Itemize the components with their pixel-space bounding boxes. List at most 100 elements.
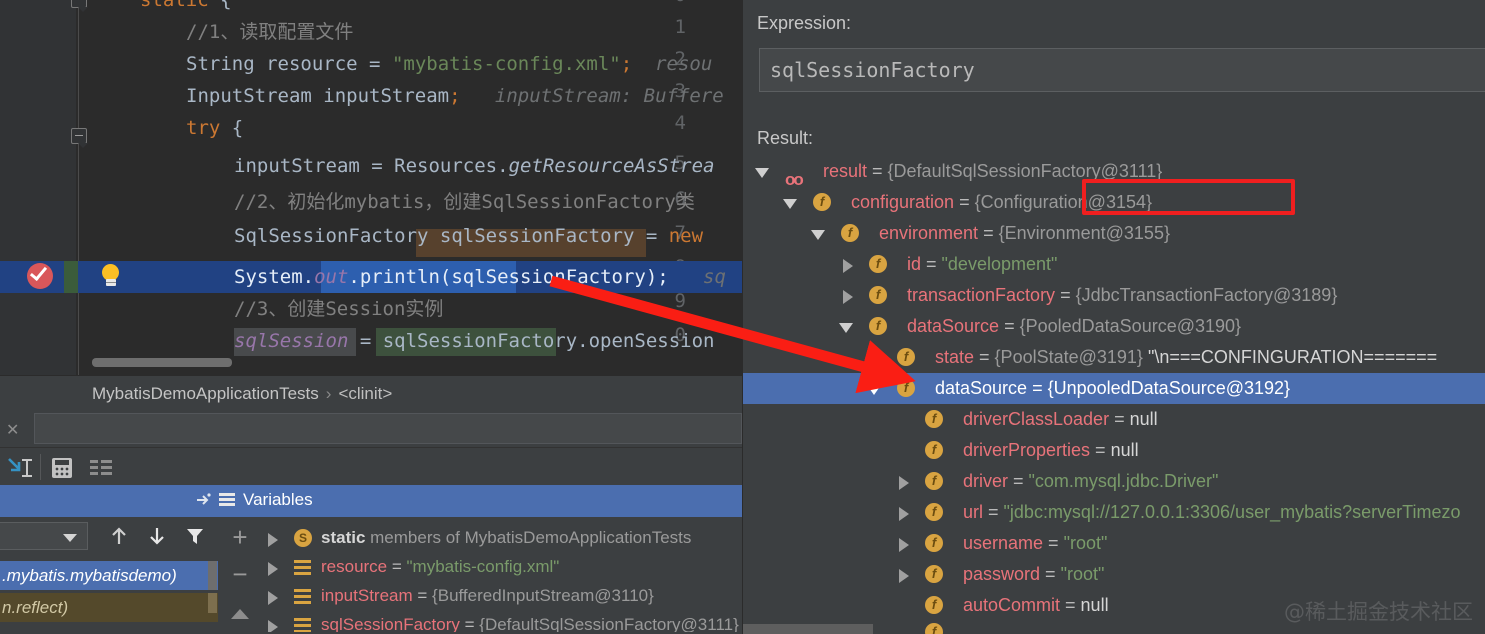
list-item[interactable]: resource = "mybatis-config.xml" bbox=[262, 552, 742, 581]
field-f-icon: f bbox=[897, 379, 915, 397]
field-f-icon: f bbox=[869, 317, 887, 335]
frame-down-arrow-icon[interactable] bbox=[146, 525, 168, 547]
list-item[interactable]: sqlSessionFactory = {DefaultSqlSessionFa… bbox=[262, 610, 742, 632]
chevron-right-icon[interactable] bbox=[268, 620, 278, 632]
editor-gutter[interactable] bbox=[0, 0, 76, 375]
chevron-right-icon[interactable] bbox=[899, 569, 909, 583]
tree-row-driver[interactable]: f driver = "com.mysql.jdbc.Driver" bbox=[743, 466, 1485, 497]
chevron-right-icon[interactable] bbox=[268, 533, 278, 547]
code-text-area[interactable]: static { //1、读取配置文件 String resource = "m… bbox=[86, 0, 742, 375]
sysout-close: ); bbox=[645, 266, 669, 288]
method-getresourceasstream: getResourceAsStrea bbox=[508, 155, 715, 177]
chevron-right-icon[interactable] bbox=[899, 538, 909, 552]
var-inputstream: inputStream bbox=[323, 85, 450, 107]
frames-scroll-thumb[interactable] bbox=[208, 593, 217, 613]
frames-vertical-scrollbar[interactable] bbox=[208, 561, 217, 590]
variable-equals: = bbox=[974, 347, 995, 367]
tab-variables[interactable]: Variables bbox=[195, 490, 313, 510]
field-f-icon: f bbox=[925, 534, 943, 552]
chevron-right-icon[interactable] bbox=[899, 507, 909, 521]
variable-name: configuration bbox=[851, 192, 955, 212]
variable-value: {PooledDataSource@3190} bbox=[1019, 316, 1242, 336]
breakpoint-verified-icon[interactable] bbox=[27, 262, 53, 289]
chevron-right-icon[interactable] bbox=[843, 259, 853, 273]
tree-row-driverproperties[interactable]: f driverProperties = null bbox=[743, 435, 1485, 466]
chevron-down-icon[interactable] bbox=[783, 199, 797, 209]
frame-row[interactable]: n.reflect) bbox=[0, 593, 218, 622]
debug-icon-toolbar bbox=[0, 447, 742, 485]
chevron-right-icon[interactable] bbox=[268, 562, 278, 576]
variables-tab-header[interactable]: Variables bbox=[0, 485, 742, 517]
tree-row-configuration[interactable]: f configuration = {Configuration@3154} bbox=[743, 187, 1485, 218]
pin-tab-icon[interactable] bbox=[195, 492, 211, 508]
sysout-out: out bbox=[314, 266, 349, 288]
result-label: Result: bbox=[757, 128, 814, 148]
filter-funnel-icon[interactable] bbox=[184, 525, 206, 547]
tree-row-datasource-pooled[interactable]: f dataSource = {PooledDataSource@3190} bbox=[743, 311, 1485, 342]
remove-watch-button[interactable]: − bbox=[228, 561, 252, 587]
variable-name: inputStream bbox=[321, 586, 413, 605]
code-line-static: static { bbox=[140, 0, 232, 16]
breadcrumb[interactable]: MybatisDemoApplicationTests › <clinit> bbox=[92, 384, 392, 404]
thread-select-dropdown[interactable] bbox=[0, 522, 88, 550]
frame-up-arrow-icon[interactable] bbox=[108, 525, 130, 547]
chevron-right-icon[interactable] bbox=[843, 290, 853, 304]
tree-row-result[interactable]: oo result = {DefaultSqlSessionFactory@31… bbox=[743, 156, 1485, 189]
close-icon[interactable]: ✕ bbox=[6, 420, 19, 440]
expr-opensession: sqlSessionFactory.openSession bbox=[382, 330, 715, 352]
list-item[interactable]: inputStream = {BufferedInputStream@3110} bbox=[262, 581, 742, 610]
variables-tree[interactable]: S static members of MybatisDemoApplicati… bbox=[262, 517, 742, 634]
result-tree[interactable]: oo result = {DefaultSqlSessionFactory@31… bbox=[743, 156, 1485, 634]
add-watch-button[interactable]: + bbox=[228, 524, 252, 550]
list-item[interactable]: S static members of MybatisDemoApplicati… bbox=[262, 523, 742, 552]
frames-pane: .mybatis.mybatisdemo) n.reflect) bbox=[0, 517, 218, 634]
scroll-up-button[interactable] bbox=[231, 609, 249, 619]
variable-equals: = bbox=[1027, 378, 1048, 398]
tree-row-environment[interactable]: f environment = {Environment@3155} bbox=[743, 218, 1485, 249]
tree-row-driverclassloader[interactable]: f driverClassLoader = null bbox=[743, 404, 1485, 435]
breadcrumb-member[interactable]: <clinit> bbox=[338, 384, 392, 403]
tree-row-datasource-unpooled[interactable]: f dataSource = {UnpooledDataSource@3192} bbox=[743, 373, 1485, 404]
chevron-down-icon[interactable] bbox=[867, 385, 881, 395]
frame-row[interactable]: .mybatis.mybatisdemo) bbox=[0, 561, 218, 590]
tree-row-username[interactable]: f username = "root" bbox=[743, 528, 1485, 559]
search-input[interactable] bbox=[34, 413, 742, 444]
calculator-icon[interactable] bbox=[52, 458, 72, 478]
var-inputstream-ref: inputStream bbox=[234, 155, 360, 177]
code-line-println: System.out.println(sqlSessionFactory); s… bbox=[234, 261, 726, 293]
chevron-down-icon[interactable] bbox=[811, 230, 825, 240]
tree-row-state[interactable]: f state = {PoolState@3191} "\n===CONFING… bbox=[743, 342, 1485, 373]
tree-row-id[interactable]: f id = "development" bbox=[743, 249, 1485, 280]
fold-marker-static[interactable] bbox=[71, 0, 88, 12]
fold-marker-try[interactable] bbox=[71, 128, 88, 148]
changed-lines-marker bbox=[64, 261, 78, 293]
field-stack-icon bbox=[294, 589, 311, 604]
field-f-icon: f bbox=[813, 193, 831, 211]
variable-equals: = bbox=[1090, 440, 1111, 460]
variable-equals: = bbox=[978, 223, 999, 243]
field-f-icon: f bbox=[869, 255, 887, 273]
field-f-icon: f bbox=[925, 472, 943, 490]
field-f-icon: f bbox=[925, 623, 943, 634]
chevron-right-icon[interactable] bbox=[899, 476, 909, 490]
chevron-down-icon[interactable] bbox=[839, 323, 853, 333]
tree-row-transactionfactory[interactable]: f transactionFactory = {JdbcTransactionF… bbox=[743, 280, 1485, 311]
list-view-icon[interactable] bbox=[90, 460, 112, 475]
result-horizontal-scrollbar[interactable] bbox=[743, 624, 873, 634]
variable-equals: = bbox=[412, 586, 433, 605]
tree-row-password[interactable]: f password = "root" bbox=[743, 559, 1485, 590]
chevron-right-icon[interactable] bbox=[268, 591, 278, 605]
chevron-right-icon[interactable] bbox=[871, 352, 881, 366]
editor-pane: 0 1 2 3 4 5 6 7 8 9 0 static { //1、读取配置文… bbox=[0, 0, 742, 634]
code-line-opensession: sqlSession = sqlSessionFactory.openSessi… bbox=[234, 330, 715, 352]
variable-name: password bbox=[963, 564, 1041, 584]
expression-input[interactable]: sqlSessionFactory bbox=[759, 48, 1485, 92]
breadcrumb-class[interactable]: MybatisDemoApplicationTests bbox=[92, 384, 319, 403]
editor-horizontal-scrollbar[interactable] bbox=[92, 358, 232, 367]
watch-buttons-column: + − bbox=[218, 517, 262, 634]
code-line-resource: String resource = "mybatis-config.xml"; … bbox=[186, 53, 713, 75]
code-editor[interactable]: 0 1 2 3 4 5 6 7 8 9 0 static { //1、读取配置文… bbox=[0, 0, 742, 375]
tree-row-url[interactable]: f url = "jdbc:mysql://127.0.0.1:3306/use… bbox=[743, 497, 1485, 528]
variable-value: {BufferedInputStream@3110} bbox=[432, 586, 654, 605]
chevron-down-icon[interactable] bbox=[755, 168, 769, 178]
